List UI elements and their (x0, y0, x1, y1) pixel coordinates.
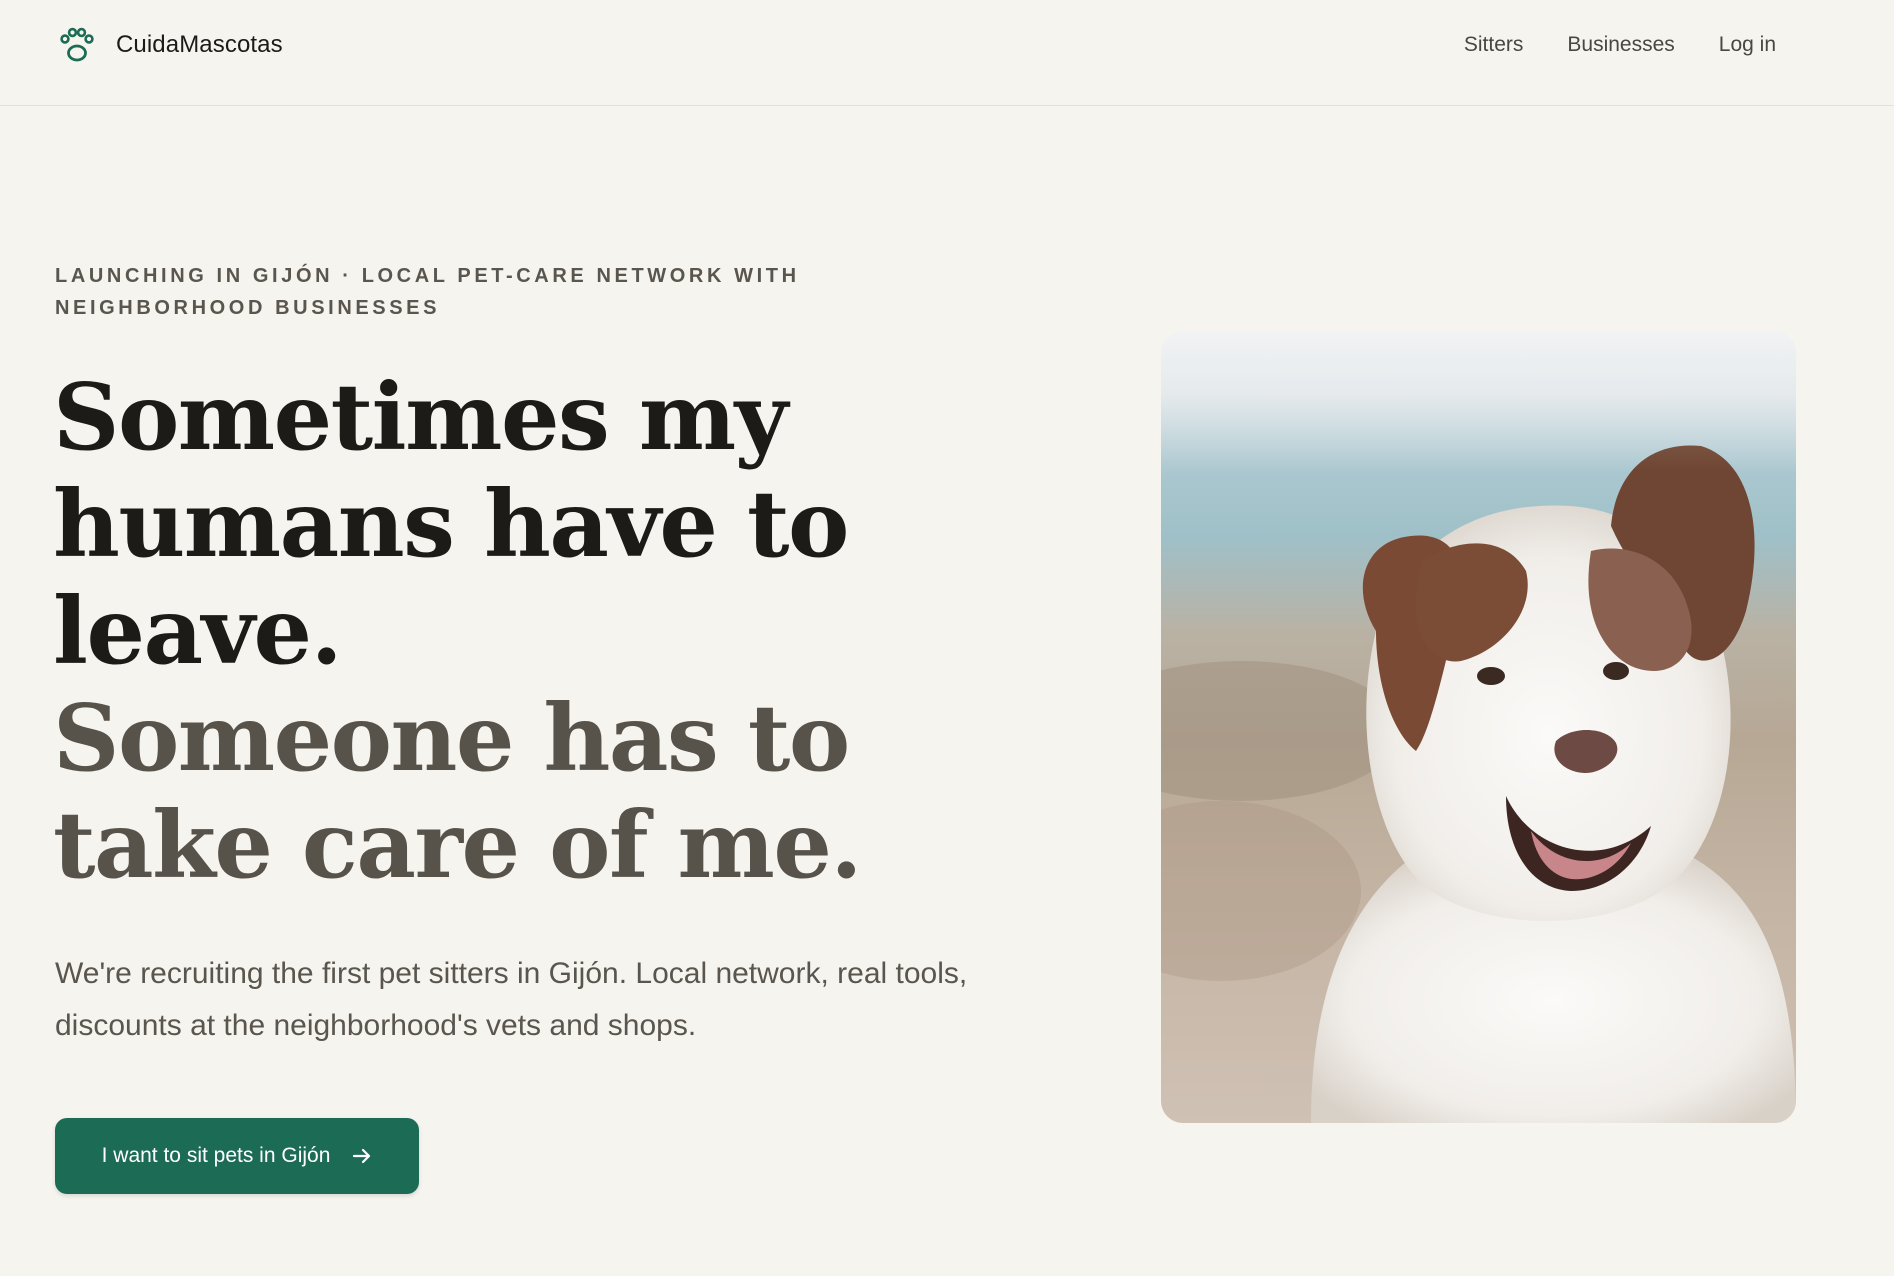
hero-eyebrow: LAUNCHING IN GIJÓN · LOCAL PET-CARE NETW… (55, 265, 800, 319)
paw-icon (60, 27, 94, 62)
nav-link-businesses[interactable]: Businesses (1567, 30, 1674, 60)
cta-button-sit-pets[interactable]: I want to sit pets in Gijón (55, 1118, 419, 1194)
nav-link-log-in[interactable]: Log in (1719, 30, 1776, 60)
headline-primary: Sometimes my humans have to leave. (53, 363, 849, 685)
top-navigation-bar: CuidaMascotas Sitters Businesses Log in (0, 0, 1894, 106)
cta-label: I want to sit pets in Gijón (101, 1144, 331, 1167)
headline-secondary: Someone has to take care of me. (53, 684, 862, 899)
hero-headline: Sometimes my humans have to leave. Someo… (53, 364, 1053, 899)
brand-name: CuidaMascotas (116, 31, 283, 58)
hero-dog-photo (1161, 331, 1796, 1123)
arrow-right-icon (353, 1148, 371, 1164)
nav-link-sitters[interactable]: Sitters (1464, 30, 1524, 60)
brand-home-link[interactable]: CuidaMascotas (60, 26, 283, 64)
dog-illustration (1161, 331, 1796, 1123)
main-nav: Sitters Businesses Log in (1464, 30, 1776, 60)
hero-subcopy: We're recruiting the first pet sitters i… (55, 957, 968, 1042)
